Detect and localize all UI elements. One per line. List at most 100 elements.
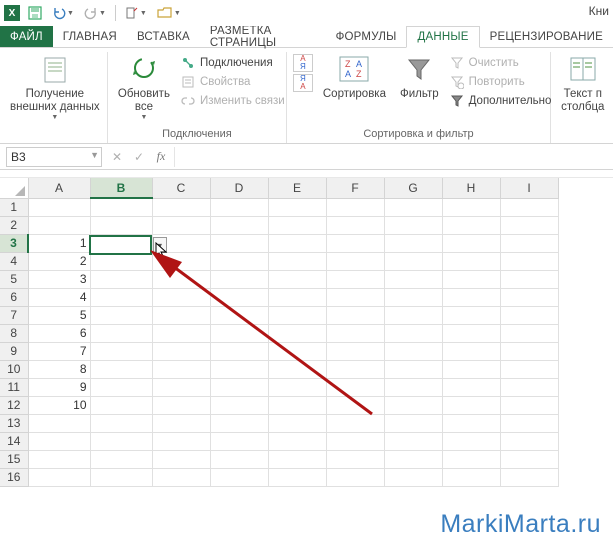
- cell[interactable]: [152, 342, 210, 360]
- cell[interactable]: 8: [28, 360, 90, 378]
- cell[interactable]: [442, 324, 500, 342]
- cell[interactable]: [152, 414, 210, 432]
- cell[interactable]: [500, 468, 558, 486]
- cell[interactable]: [210, 342, 268, 360]
- cell[interactable]: [90, 198, 152, 216]
- cell[interactable]: [268, 234, 326, 252]
- cell[interactable]: [326, 432, 384, 450]
- cell[interactable]: [152, 324, 210, 342]
- cell[interactable]: [326, 342, 384, 360]
- cell[interactable]: [268, 306, 326, 324]
- row-header[interactable]: 10: [0, 360, 28, 378]
- name-box[interactable]: B3 ▼: [6, 147, 102, 167]
- cell[interactable]: 4: [28, 288, 90, 306]
- cell[interactable]: [210, 252, 268, 270]
- cell[interactable]: [268, 198, 326, 216]
- tab-file[interactable]: ФАЙЛ: [0, 26, 53, 47]
- cell[interactable]: [152, 252, 210, 270]
- cell[interactable]: [442, 198, 500, 216]
- row-header[interactable]: 3: [0, 234, 28, 252]
- cell[interactable]: [326, 306, 384, 324]
- cell[interactable]: [210, 414, 268, 432]
- cell[interactable]: [326, 252, 384, 270]
- cell[interactable]: [442, 360, 500, 378]
- row-header[interactable]: 13: [0, 414, 28, 432]
- tab-page-layout[interactable]: РАЗМЕТКА СТРАНИЦЫ: [200, 26, 326, 47]
- cell[interactable]: [90, 468, 152, 486]
- select-all-corner[interactable]: [0, 178, 28, 198]
- cell[interactable]: [152, 306, 210, 324]
- column-header[interactable]: A: [28, 178, 90, 198]
- touch-mode-button[interactable]: ▼: [121, 4, 151, 22]
- cell[interactable]: [384, 414, 442, 432]
- cell[interactable]: [326, 378, 384, 396]
- cell[interactable]: [90, 396, 152, 414]
- cell[interactable]: [442, 306, 500, 324]
- column-header[interactable]: G: [384, 178, 442, 198]
- cell[interactable]: [500, 378, 558, 396]
- worksheet-grid[interactable]: ABCDEFGHI1231425364758697108119121013141…: [0, 178, 613, 487]
- cell[interactable]: [442, 450, 500, 468]
- cell[interactable]: [326, 216, 384, 234]
- cell[interactable]: [500, 234, 558, 252]
- cell[interactable]: [442, 414, 500, 432]
- cell[interactable]: [152, 378, 210, 396]
- cell[interactable]: [90, 252, 152, 270]
- row-header[interactable]: 1: [0, 198, 28, 216]
- cell[interactable]: [326, 288, 384, 306]
- cell[interactable]: [384, 270, 442, 288]
- cell[interactable]: [384, 198, 442, 216]
- cell[interactable]: [90, 414, 152, 432]
- cell[interactable]: 6: [28, 324, 90, 342]
- cell[interactable]: [442, 234, 500, 252]
- cell[interactable]: 9: [28, 378, 90, 396]
- column-header[interactable]: I: [500, 178, 558, 198]
- data-validation-dropdown-button[interactable]: ▾: [153, 237, 167, 253]
- cell[interactable]: [268, 450, 326, 468]
- tab-data[interactable]: ДАННЫЕ: [406, 26, 479, 48]
- cell[interactable]: [384, 450, 442, 468]
- cell[interactable]: [442, 468, 500, 486]
- cell[interactable]: [326, 234, 384, 252]
- cell[interactable]: [326, 468, 384, 486]
- row-header[interactable]: 5: [0, 270, 28, 288]
- cell[interactable]: [90, 288, 152, 306]
- row-header[interactable]: 12: [0, 396, 28, 414]
- redo-button[interactable]: ▼: [80, 4, 110, 22]
- cell[interactable]: [442, 270, 500, 288]
- cell[interactable]: [152, 216, 210, 234]
- cell[interactable]: [384, 378, 442, 396]
- cell[interactable]: [384, 234, 442, 252]
- cell[interactable]: [268, 414, 326, 432]
- text-to-columns-button[interactable]: Текст п столбца: [557, 54, 608, 114]
- cell[interactable]: [384, 306, 442, 324]
- cell[interactable]: [268, 270, 326, 288]
- cell[interactable]: [210, 432, 268, 450]
- tab-home[interactable]: ГЛАВНАЯ: [53, 26, 127, 47]
- cell[interactable]: [90, 450, 152, 468]
- sort-button[interactable]: ZAAZ Сортировка: [319, 54, 390, 101]
- cell[interactable]: [500, 198, 558, 216]
- cell[interactable]: [384, 324, 442, 342]
- cell[interactable]: [384, 216, 442, 234]
- cell[interactable]: 2: [28, 252, 90, 270]
- reapply-button[interactable]: Повторить: [449, 73, 552, 91]
- cell[interactable]: [384, 396, 442, 414]
- cell[interactable]: [90, 360, 152, 378]
- cell[interactable]: [152, 198, 210, 216]
- undo-button[interactable]: ▼: [48, 4, 78, 22]
- cell[interactable]: [210, 450, 268, 468]
- cell[interactable]: [442, 396, 500, 414]
- cell[interactable]: [384, 342, 442, 360]
- cell[interactable]: [152, 450, 210, 468]
- cell[interactable]: 10: [28, 396, 90, 414]
- row-header[interactable]: 7: [0, 306, 28, 324]
- cell[interactable]: [152, 432, 210, 450]
- cell[interactable]: [268, 396, 326, 414]
- cell[interactable]: [28, 432, 90, 450]
- cell[interactable]: [210, 378, 268, 396]
- cell[interactable]: [90, 234, 152, 252]
- row-header[interactable]: 16: [0, 468, 28, 486]
- row-header[interactable]: 9: [0, 342, 28, 360]
- cell[interactable]: [152, 468, 210, 486]
